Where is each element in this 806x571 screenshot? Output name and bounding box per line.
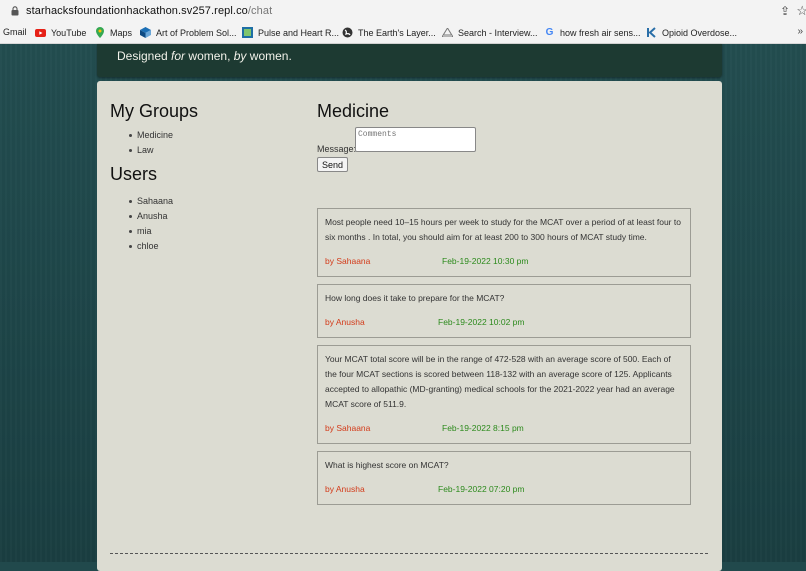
message-label: Message:	[317, 144, 357, 154]
bookmark-earth[interactable]: The Earth's Layer...	[342, 27, 436, 38]
user-item[interactable]: chloe	[129, 239, 300, 254]
bookmark-star-icon[interactable]: ☆	[796, 3, 806, 19]
post-author: by Anusha	[325, 317, 365, 327]
group-item-law[interactable]: Law	[129, 143, 300, 158]
post-text: Most people need 10–15 hours per week to…	[325, 217, 681, 242]
post-card: What is highest score on MCAT? by Anusha…	[317, 451, 691, 505]
bookmark-fresh-air[interactable]: G how fresh air sens...	[544, 27, 641, 38]
footer-divider	[110, 553, 708, 554]
group-item-medicine[interactable]: Medicine	[129, 128, 300, 143]
send-button[interactable]: Send	[317, 157, 348, 172]
post-meta: by Anusha Feb-19-2022 10:02 pm	[325, 317, 683, 329]
google-icon: G	[545, 27, 554, 38]
post-meta: by Sahaana Feb-19-2022 10:30 pm	[325, 256, 683, 268]
bookmark-label: how fresh air sens...	[560, 27, 641, 38]
bookmark-aops[interactable]: Art of Problem Sol...	[140, 27, 237, 38]
bookmark-label: Maps	[110, 27, 133, 38]
bookmark-label: Opioid Overdose...	[662, 27, 738, 38]
bookmark-pulse[interactable]: Pulse and Heart R...	[242, 27, 339, 38]
bookmark-maps[interactable]: Maps	[94, 27, 132, 38]
message-input[interactable]	[355, 127, 476, 152]
site-header: Designed for women, by women.	[97, 44, 722, 77]
post-date: Feb-19-2022 8:15 pm	[442, 423, 524, 433]
share-icon[interactable]: ⇪	[780, 4, 790, 18]
post-card: Most people need 10–15 hours per week to…	[317, 208, 691, 277]
tagline: Designed for women, by women.	[117, 49, 292, 63]
users-list: Sahaana Anusha mia chloe	[110, 194, 300, 254]
bookmark-interview[interactable]: Search - Interview...	[442, 27, 538, 38]
bookmark-opioid[interactable]: Opioid Overdose...	[646, 27, 737, 38]
my-groups-heading: My Groups	[110, 101, 199, 121]
post-text: What is highest score on MCAT?	[325, 460, 449, 470]
pulse-icon	[242, 27, 253, 38]
bookmark-label: Gmail	[3, 27, 27, 37]
youtube-icon	[35, 27, 46, 38]
post-card: How long does it take to prepare for the…	[317, 284, 691, 338]
post-text: Your MCAT total score will be in the ran…	[325, 354, 675, 409]
lock-icon	[11, 6, 19, 16]
bookmark-label: YouTube	[51, 27, 87, 38]
post-meta: by Anusha Feb-19-2022 07:20 pm	[325, 484, 683, 496]
bookmarks-bar: Gmail YouTube Maps Art of Problem Sol...…	[0, 22, 806, 44]
post-date: Feb-19-2022 10:02 pm	[438, 317, 525, 327]
bookmark-youtube[interactable]: YouTube	[35, 27, 86, 38]
address-bar[interactable]: starhacksfoundationhackathon.sv257.repl.…	[0, 0, 806, 22]
group-title: Medicine	[317, 101, 390, 121]
post-card: Your MCAT total score will be in the ran…	[317, 345, 691, 444]
post-author: by Sahaana	[325, 423, 371, 433]
maps-icon	[94, 27, 105, 38]
aops-icon	[140, 27, 151, 38]
earth-icon	[342, 27, 353, 38]
post-author: by Sahaana	[325, 256, 371, 266]
sidebar: My Groups Medicine Law Users Sahaana Anu…	[110, 101, 300, 254]
posts-list: Most people need 10–15 hours per week to…	[317, 208, 691, 512]
post-meta: by Sahaana Feb-19-2022 8:15 pm	[325, 423, 683, 435]
bookmark-gmail[interactable]: Gmail	[3, 27, 27, 37]
user-item[interactable]: Sahaana	[129, 194, 300, 209]
chat-main: Medicine Message:	[317, 101, 691, 154]
post-date: Feb-19-2022 07:20 pm	[438, 484, 525, 494]
groups-list: Medicine Law	[110, 128, 300, 158]
url-text[interactable]: starhacksfoundationhackathon.sv257.repl.…	[26, 5, 272, 17]
more-bookmarks-button[interactable]: »	[797, 26, 803, 37]
user-item[interactable]: Anusha	[129, 209, 300, 224]
search-icon	[442, 27, 453, 38]
content-panel: My Groups Medicine Law Users Sahaana Anu…	[97, 81, 722, 571]
user-item[interactable]: mia	[129, 224, 300, 239]
users-heading: Users	[110, 164, 158, 184]
post-text: How long does it take to prepare for the…	[325, 293, 505, 303]
opioid-icon	[646, 27, 657, 38]
bookmark-label: Art of Problem Sol...	[156, 27, 237, 38]
post-author: by Anusha	[325, 484, 365, 494]
post-date: Feb-19-2022 10:30 pm	[442, 256, 529, 266]
message-form: Message:	[317, 127, 691, 154]
bookmark-label: Pulse and Heart R...	[258, 27, 340, 38]
bookmark-label: Search - Interview...	[458, 27, 538, 38]
bookmark-label: The Earth's Layer...	[358, 27, 436, 38]
